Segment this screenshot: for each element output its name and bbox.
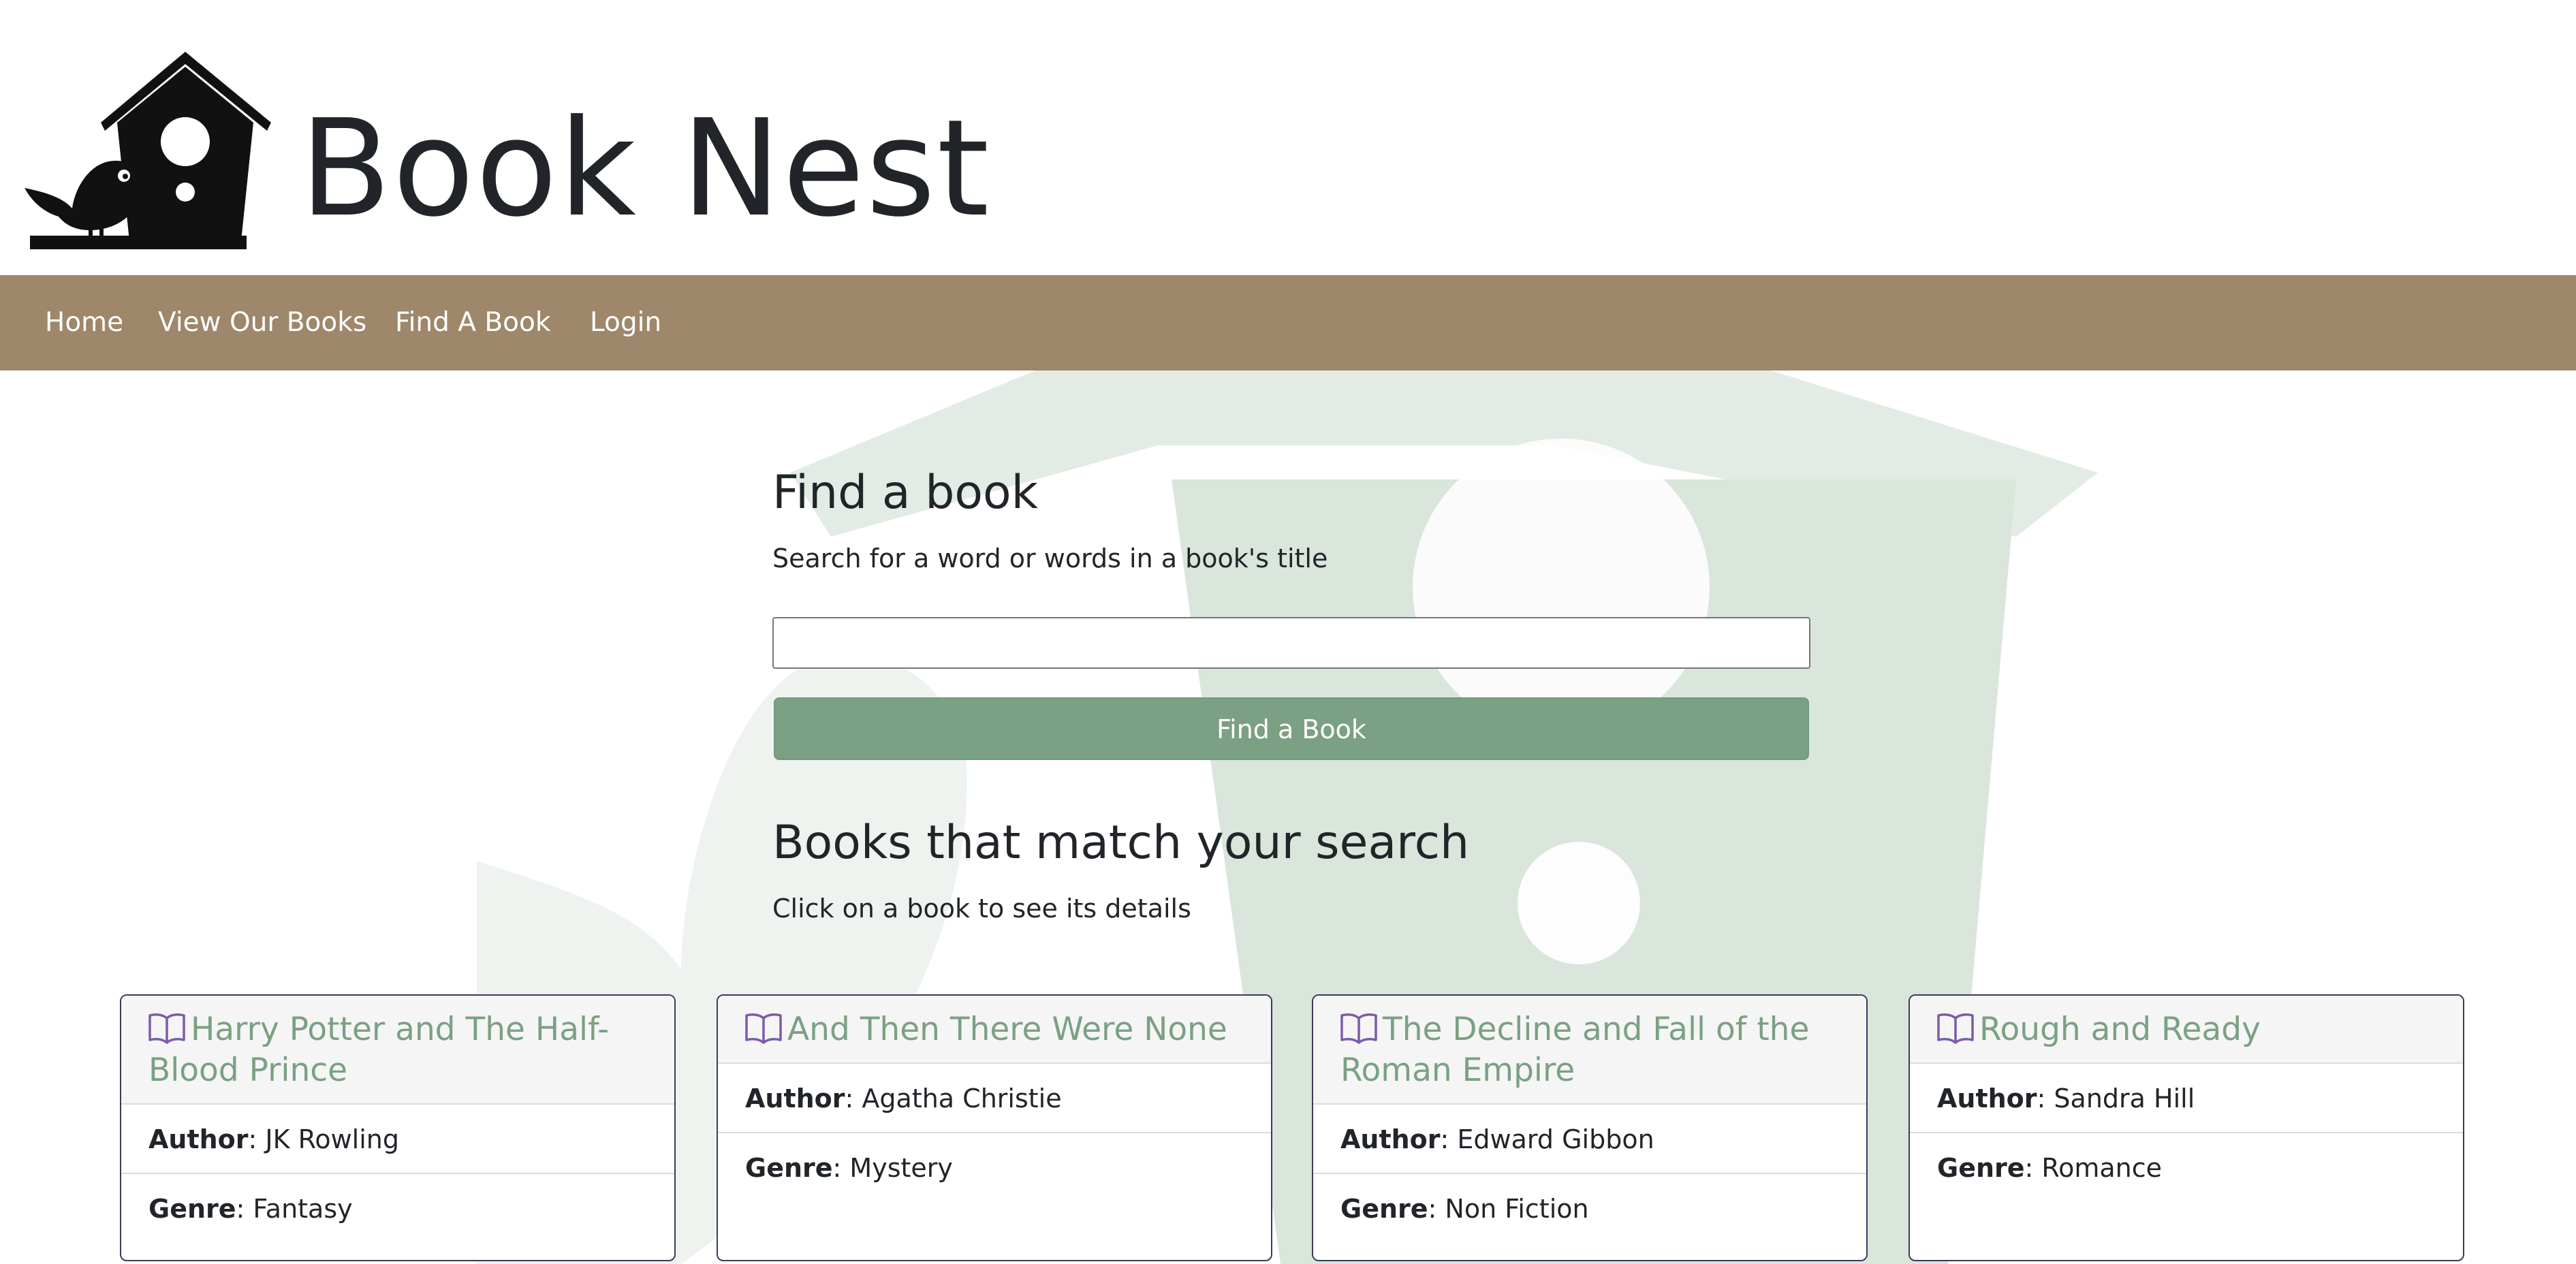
book-author: JK Rowling [265,1124,399,1154]
genre-label: Genre [745,1153,833,1183]
book-genre: Romance [2041,1153,2163,1183]
open-book-icon [1937,1013,1974,1044]
book-title: Rough and Ready [1979,1011,2261,1048]
find-book-heading: Find a book [772,466,1038,520]
nav-view-our-books[interactable]: View Our Books [158,275,366,370]
nav-home[interactable]: Home [45,275,123,370]
site-header: Book Nest [0,0,2576,275]
title-search-input[interactable] [772,617,1810,669]
book-card-header[interactable]: And Then There Were None [718,996,1271,1064]
find-a-book-button[interactable]: Find a Book [774,697,1809,760]
birdhouse-logo-icon [25,52,271,249]
author-label: Author [148,1124,249,1154]
open-book-icon [745,1013,782,1044]
results-description: Click on a book to see its details [772,894,1191,923]
book-genre-row: Genre: Fantasy [121,1174,674,1244]
author-separator: : [845,1084,862,1113]
genre-separator: : [236,1194,253,1224]
author-separator: : [248,1124,266,1154]
book-genre-row: Genre: Non Fiction [1313,1174,1866,1244]
author-separator: : [1440,1124,1458,1154]
book-card-header[interactable]: Rough and Ready [1910,996,2463,1064]
open-book-icon [1340,1013,1377,1044]
site-title: Book Nest [300,91,991,247]
book-title: The Decline and Fall of the Roman Empire [1340,1011,1810,1089]
book-card-header[interactable]: The Decline and Fall of the Roman Empire [1313,996,1866,1105]
genre-separator: : [832,1153,850,1183]
book-genre-row: Genre: Romance [1910,1133,2463,1203]
book-card[interactable]: The Decline and Fall of the Roman Empire… [1312,994,1868,1261]
book-genre: Mystery [849,1153,953,1183]
author-label: Author [745,1084,845,1113]
genre-separator: : [2024,1153,2042,1183]
book-author-row: Author: Agatha Christie [718,1064,1271,1133]
open-book-icon [148,1013,185,1044]
book-card[interactable]: Harry Potter and The Half-Blood Prince A… [120,994,676,1261]
book-author-row: Author: JK Rowling [121,1105,674,1174]
genre-label: Genre [1937,1153,2025,1183]
book-author: Agatha Christie [862,1084,1062,1113]
main-navbar: Home View Our Books Find A Book Login [0,275,2576,370]
results-heading: Books that match your search [772,816,1470,870]
book-card[interactable]: And Then There Were None Author: Agatha … [717,994,1272,1261]
author-label: Author [1937,1084,2037,1113]
book-author-row: Author: Edward Gibbon [1313,1105,1866,1174]
book-genre-row: Genre: Mystery [718,1133,1271,1203]
author-label: Author [1340,1124,1441,1154]
find-book-description: Search for a word or words in a book's t… [772,543,1328,573]
book-author: Edward Gibbon [1457,1124,1654,1154]
author-separator: : [2037,1084,2054,1113]
genre-label: Genre [1340,1194,1428,1224]
book-card[interactable]: Rough and Ready Author: Sandra Hill Genr… [1909,994,2464,1261]
page: Book Nest Home View Our Books Find A Boo… [0,0,2576,1264]
genre-label: Genre [148,1194,236,1224]
book-title: And Then There Were None [787,1011,1227,1048]
book-genre: Non Fiction [1445,1194,1589,1224]
nav-find-a-book[interactable]: Find A Book [395,275,550,370]
nav-login[interactable]: Login [590,275,661,370]
book-author-row: Author: Sandra Hill [1910,1064,2463,1133]
book-author: Sandra Hill [2054,1084,2195,1113]
book-card-header[interactable]: Harry Potter and The Half-Blood Prince [121,996,674,1105]
book-genre: Fantasy [253,1194,353,1224]
genre-separator: : [1428,1194,1445,1224]
book-title: Harry Potter and The Half-Blood Prince [148,1011,610,1089]
